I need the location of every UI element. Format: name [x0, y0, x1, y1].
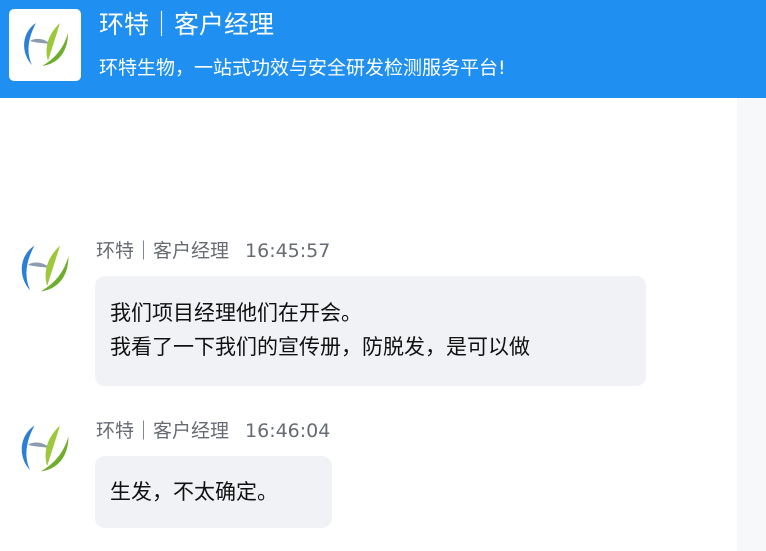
header-subtitle: 环特生物，一站式功效与安全研发检测服务平台! — [99, 57, 506, 79]
message-meta: 环特｜客户经理 16:46:04 — [96, 418, 330, 444]
header-title: 环特｜客户经理 — [99, 10, 275, 39]
message-bubble[interactable]: 生发，不太确定。 — [95, 456, 332, 528]
scrollbar-track[interactable] — [737, 98, 766, 551]
agent-avatar-icon — [21, 245, 69, 292]
message-text-line: 我们项目经理他们在开会。 — [110, 301, 362, 325]
chat-header: 环特｜客户经理 环特生物，一站式功效与安全研发检测服务平台! — [0, 0, 766, 98]
sender-name: 环特｜客户经理 — [96, 420, 230, 442]
avatar — [9, 234, 79, 304]
message-time: 16:46:04 — [245, 420, 331, 442]
company-logo — [9, 9, 81, 81]
company-logo-icon — [24, 23, 68, 66]
message-text-line: 生发，不太确定。 — [110, 480, 278, 504]
avatar — [9, 414, 79, 484]
agent-avatar-icon — [21, 425, 69, 472]
message-bubble[interactable]: 我们项目经理他们在开会。 我看了一下我们的宣传册，防脱发，是可以做 — [95, 276, 646, 386]
message-time: 16:45:57 — [245, 240, 331, 262]
message-text-line: 我看了一下我们的宣传册，防脱发，是可以做 — [110, 335, 530, 359]
message-meta: 环特｜客户经理 16:45:57 — [96, 238, 330, 264]
sender-name: 环特｜客户经理 — [96, 240, 230, 262]
